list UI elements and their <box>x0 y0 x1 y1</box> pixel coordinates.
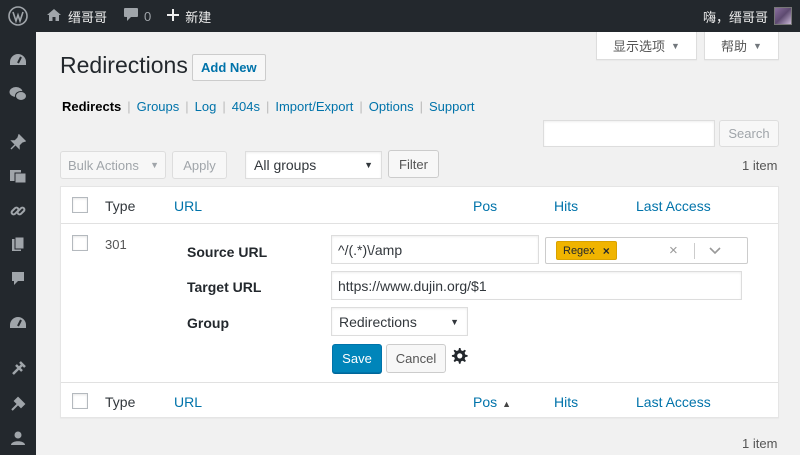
new-content-menu[interactable]: 新建 <box>159 0 219 32</box>
my-account-menu[interactable]: 嗨，缙哥哥 <box>703 0 792 32</box>
nav-groups[interactable]: Groups <box>137 99 180 114</box>
group-select[interactable]: Redirections ▼ <box>331 307 468 336</box>
column-url[interactable]: URL <box>174 394 202 410</box>
group-label: Group <box>187 315 229 331</box>
gear-icon[interactable] <box>450 347 468 368</box>
page-title: Redirections <box>60 52 188 78</box>
nav-404s[interactable]: 404s <box>232 99 260 114</box>
caret-down-icon: ▼ <box>753 40 762 51</box>
row-checkbox[interactable] <box>72 235 88 251</box>
select-all-checkbox[interactable] <box>72 197 88 213</box>
pin-icon[interactable] <box>9 133 27 151</box>
source-flags-select[interactable]: Regex × × <box>545 237 748 264</box>
nav-separator: | <box>419 99 423 114</box>
nav-separator: | <box>222 99 226 114</box>
regex-tag-label: Regex <box>563 244 595 257</box>
nav-separator: | <box>359 99 363 114</box>
target-url-input[interactable]: https://www.dujin.org/$1 <box>331 271 742 300</box>
caret-down-icon: ▼ <box>450 316 459 327</box>
nav-log[interactable]: Log <box>195 99 217 114</box>
tag-remove-icon[interactable]: × <box>603 244 610 258</box>
item-count-bottom: 1 item <box>742 436 778 451</box>
target-url-label: Target URL <box>187 279 262 295</box>
admin-bar: 缙哥哥 0 新建 嗨，缙哥哥 <box>0 0 800 32</box>
bulk-actions-label: Bulk Actions <box>68 157 139 173</box>
wordpress-icon[interactable] <box>0 0 36 32</box>
group-filter-value: All groups <box>254 157 317 173</box>
comment-count: 0 <box>144 8 152 24</box>
greeting: 嗨，缙哥哥 <box>702 9 768 25</box>
column-type: Type <box>105 198 136 214</box>
search-input[interactable] <box>543 120 715 147</box>
nav-support[interactable]: Support <box>429 99 475 114</box>
pages-icon[interactable] <box>9 235 27 253</box>
column-last-access[interactable]: Last Access <box>636 198 711 214</box>
column-pos[interactable]: Pos <box>473 198 497 214</box>
wechat-icon[interactable] <box>9 85 27 103</box>
media-icon[interactable] <box>9 167 27 185</box>
avatar <box>774 7 792 25</box>
sort-ascending-icon: ▲ <box>502 399 512 409</box>
item-count: 1 item <box>742 158 778 173</box>
bulk-actions-select[interactable]: Bulk Actions ▼ <box>60 151 166 179</box>
save-button[interactable]: Save <box>332 344 382 373</box>
nav-import-export[interactable]: Import/Export <box>275 99 353 114</box>
comment-icon <box>123 7 139 25</box>
column-pos[interactable]: Pos ▲ <box>473 394 511 410</box>
cancel-button[interactable]: Cancel <box>386 344 446 373</box>
caret-down-icon: ▼ <box>364 160 373 170</box>
link-icon[interactable] <box>9 202 27 220</box>
help-button[interactable]: 帮助 ▼ <box>704 32 779 60</box>
site-home-link[interactable]: 缙哥哥 <box>36 0 115 32</box>
group-filter-select[interactable]: All groups ▼ <box>245 151 382 179</box>
column-type: Type <box>105 394 136 410</box>
divider <box>694 243 695 259</box>
caret-down-icon: ▼ <box>150 160 159 170</box>
group-select-value: Redirections <box>339 313 417 330</box>
column-url[interactable]: URL <box>174 198 202 214</box>
appearance-icon[interactable] <box>9 315 27 333</box>
site-name: 缙哥哥 <box>68 9 108 25</box>
tools-icon[interactable] <box>9 395 27 413</box>
admin-sidebar <box>0 32 36 455</box>
source-url-input[interactable]: ^/(.*)\/amp <box>331 235 539 264</box>
select-all-checkbox[interactable] <box>72 393 88 409</box>
caret-down-icon: ▼ <box>671 40 680 51</box>
home-icon <box>46 8 62 25</box>
dashboard-icon[interactable] <box>9 52 27 70</box>
source-url-label: Source URL <box>187 244 268 260</box>
users-icon[interactable] <box>9 429 27 447</box>
plus-icon <box>167 8 180 24</box>
add-new-button[interactable]: Add New <box>192 54 266 81</box>
comments-link[interactable]: 0 <box>115 0 159 32</box>
table-header: Type URL Pos Hits Last Access <box>61 187 778 224</box>
help-label: 帮助 <box>721 39 748 54</box>
column-pos-label: Pos <box>473 394 498 410</box>
screen-options-button[interactable]: 显示选项 ▼ <box>596 32 697 60</box>
new-label: 新建 <box>185 9 212 25</box>
column-hits[interactable]: Hits <box>554 198 578 214</box>
nav-separator: | <box>265 99 270 114</box>
clear-icon[interactable]: × <box>669 242 678 259</box>
nav-options[interactable]: Options <box>369 99 414 114</box>
screen-options-label: 显示选项 <box>613 39 666 54</box>
apply-button[interactable]: Apply <box>172 151 227 179</box>
regex-tag: Regex × <box>556 241 617 260</box>
column-last-access[interactable]: Last Access <box>636 394 711 410</box>
redirects-table: Type URL Pos Hits Last Access 301 Source… <box>60 186 779 418</box>
plugins-icon[interactable] <box>9 360 27 378</box>
nav-separator: | <box>185 99 189 114</box>
redirect-type: 301 <box>105 237 127 252</box>
comments-icon[interactable] <box>9 269 27 287</box>
column-hits[interactable]: Hits <box>554 394 578 410</box>
nav-separator: | <box>127 99 131 114</box>
subsubsub-nav: Redirects | Groups | Log | 404s | Import… <box>62 99 475 114</box>
chevron-down-icon[interactable] <box>708 243 722 260</box>
search-button[interactable]: Search <box>719 120 779 147</box>
nav-redirects[interactable]: Redirects <box>62 99 121 114</box>
filter-button[interactable]: Filter <box>388 150 439 178</box>
table-footer: Type URL Pos ▲ Hits Last Access <box>61 382 778 419</box>
